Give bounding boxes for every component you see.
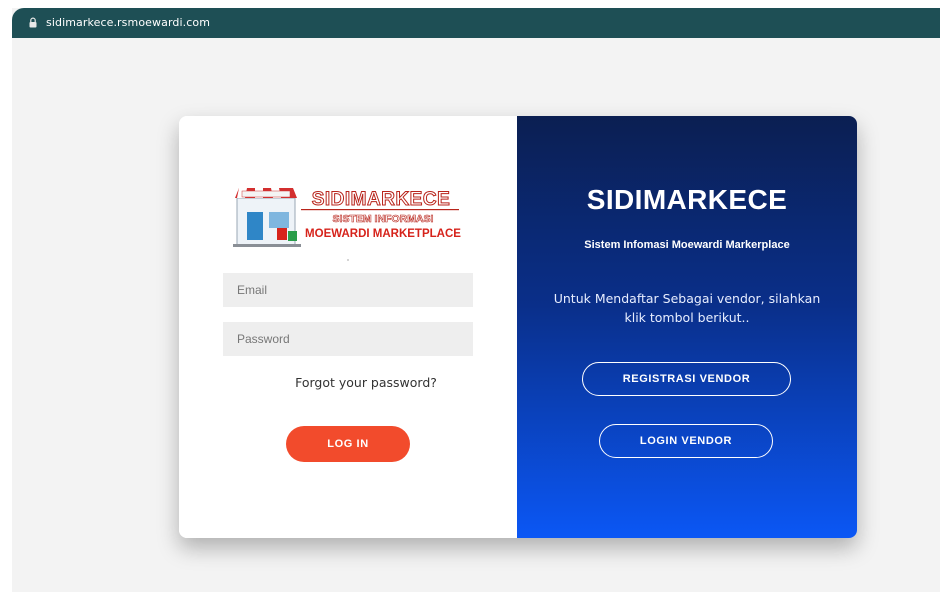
vendor-panel-subtitle: Sistem Infomasi Moewardi Markerplace bbox=[584, 239, 790, 251]
email-field[interactable] bbox=[223, 273, 473, 307]
url-text[interactable]: sidimarkece.rsmoewardi.com bbox=[46, 16, 210, 29]
logo-line2: MOEWARDI MARKETPLACE bbox=[305, 228, 461, 240]
address-bar[interactable]: sidimarkece.rsmoewardi.com bbox=[12, 8, 940, 38]
login-button[interactable]: LOG IN bbox=[286, 426, 410, 462]
vendor-panel-title: SIDIMARKECE bbox=[586, 184, 788, 215]
login-vendor-button[interactable]: LOGIN VENDOR bbox=[599, 424, 773, 458]
login-panel: SIDIMARKECE SISTEM INFORMASI MOEWARDI MA… bbox=[179, 116, 517, 538]
logo-title: SIDIMARKECE bbox=[312, 189, 451, 210]
login-card: SIDIMARKECE SISTEM INFORMASI MOEWARDI MA… bbox=[179, 116, 857, 538]
forgot-password-link[interactable]: Forgot your password? bbox=[179, 375, 517, 390]
vendor-panel-description: Untuk Mendaftar Sebagai vendor, silahkan… bbox=[553, 291, 821, 325]
lock-icon bbox=[29, 17, 37, 28]
password-field[interactable] bbox=[223, 322, 473, 356]
register-vendor-button[interactable]: REGISTRASI VENDOR bbox=[582, 362, 791, 396]
vendor-panel: SIDIMARKECE Sistem Infomasi Moewardi Mar… bbox=[517, 116, 857, 538]
sidimarkece-logo: SIDIMARKECE SISTEM INFORMASI MOEWARDI MA… bbox=[233, 188, 461, 247]
browser-frame: sidimarkece.rsmoewardi.com SIDIMARKECE S… bbox=[12, 8, 940, 592]
logo-line1: SISTEM INFORMASI bbox=[333, 213, 434, 225]
divider-dot bbox=[347, 259, 349, 261]
